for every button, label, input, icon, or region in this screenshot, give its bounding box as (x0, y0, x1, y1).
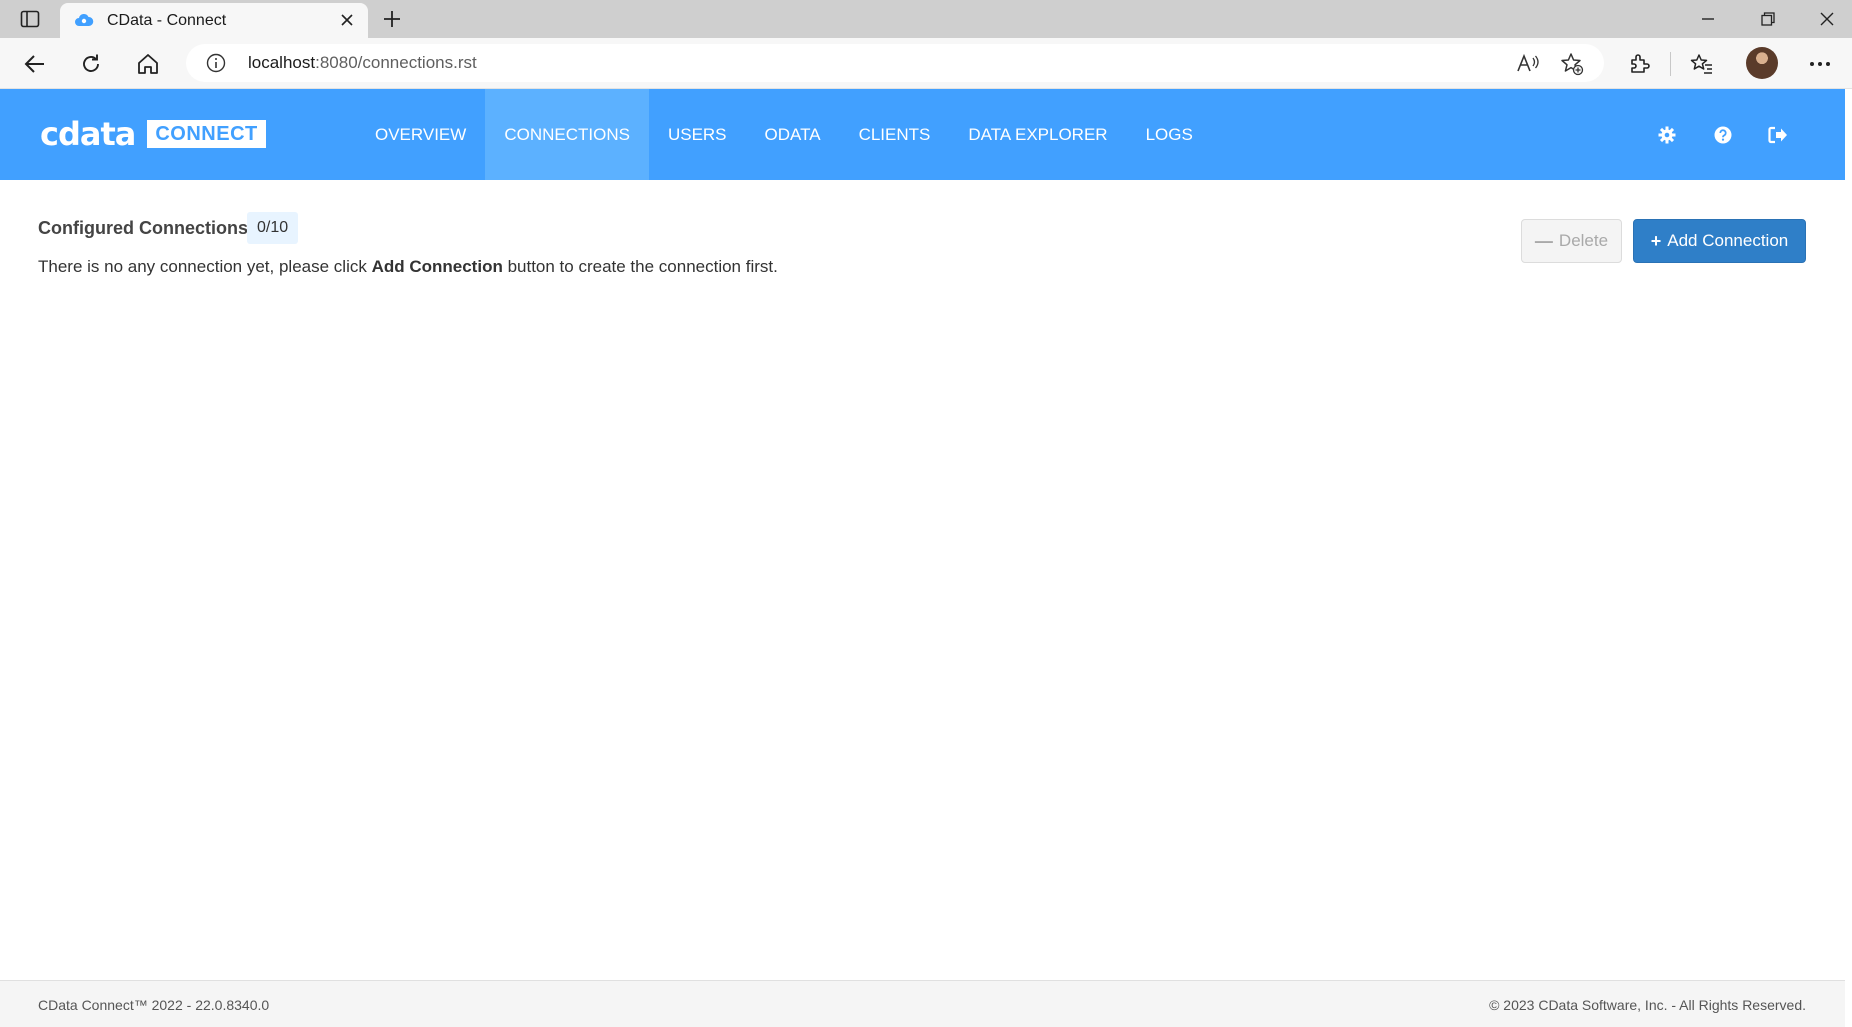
nav-logs[interactable]: LOGS (1127, 89, 1212, 180)
help-icon[interactable] (1709, 121, 1737, 149)
tab-title: CData - Connect (107, 12, 227, 29)
address-bar[interactable]: localhost:8080/connections.rst (186, 44, 1604, 82)
url-text[interactable]: localhost:8080/connections.rst (248, 53, 477, 73)
gear-icon[interactable] (1653, 121, 1681, 149)
nav-data-explorer[interactable]: DATA EXPLORER (949, 89, 1126, 180)
extensions-icon[interactable] (1622, 47, 1656, 81)
profile-avatar[interactable] (1746, 47, 1778, 79)
empty-message-prefix: There is no any connection yet, please c… (38, 257, 372, 276)
read-aloud-icon[interactable] (1514, 50, 1542, 78)
minimize-icon[interactable] (1688, 4, 1728, 34)
logo-wordmark: cdata (40, 115, 136, 153)
app-header: cdata CONNECT OVERVIEW CONNECTIONS USERS… (0, 89, 1845, 180)
delete-button[interactable]: — Delete (1521, 219, 1622, 263)
nav-connections[interactable]: CONNECTIONS (485, 89, 649, 180)
empty-message-emphasis: Add Connection (371, 257, 503, 276)
delete-button-label: Delete (1558, 231, 1609, 250)
url-host: localhost (248, 53, 316, 72)
new-tab-icon[interactable] (378, 6, 406, 32)
main-nav: OVERVIEW CONNECTIONS USERS ODATA CLIENTS… (356, 89, 1212, 180)
browser-tab[interactable]: CData - Connect (60, 3, 368, 38)
more-options-icon[interactable] (1803, 47, 1837, 81)
home-icon[interactable] (131, 47, 165, 81)
back-icon[interactable] (18, 47, 52, 81)
footer: CData Connect™ 2022 - 22.0.8340.0 © 2023… (0, 980, 1845, 1027)
cloud-icon (74, 12, 94, 28)
cdata-connect-logo[interactable]: cdata CONNECT (40, 117, 266, 151)
logo-badge: CONNECT (147, 120, 266, 148)
plus-icon: + (1650, 230, 1662, 251)
tab-actions-icon[interactable] (14, 6, 46, 32)
minus-icon: — (1534, 230, 1553, 251)
close-tab-icon[interactable] (336, 9, 358, 31)
empty-state-message: There is no any connection yet, please c… (38, 257, 778, 277)
add-connection-button-label: Add Connection (1667, 231, 1789, 250)
logout-icon[interactable] (1764, 121, 1792, 149)
browser-tab-bar: CData - Connect (0, 0, 1852, 38)
nav-overview[interactable]: OVERVIEW (356, 89, 485, 180)
add-favorite-icon[interactable] (1558, 50, 1586, 78)
restore-icon[interactable] (1748, 4, 1788, 34)
configured-connections-label: Configured Connections: (38, 218, 254, 238)
nav-clients[interactable]: CLIENTS (840, 89, 950, 180)
footer-version: CData Connect™ 2022 - 22.0.8340.0 (38, 997, 270, 1013)
toolbar-separator (1670, 52, 1671, 76)
connections-count-badge: 0/10 (247, 212, 299, 244)
browser-toolbar: localhost:8080/connections.rst (0, 38, 1852, 89)
favorites-icon[interactable] (1685, 47, 1719, 81)
add-connection-button[interactable]: + Add Connection (1633, 219, 1806, 263)
nav-users[interactable]: USERS (649, 89, 746, 180)
footer-copyright: © 2023 CData Software, Inc. - All Rights… (1489, 997, 1806, 1013)
site-info-icon[interactable] (206, 53, 226, 73)
close-window-icon[interactable] (1807, 4, 1847, 34)
empty-message-suffix: button to create the connection first. (502, 257, 778, 276)
nav-odata[interactable]: ODATA (746, 89, 840, 180)
refresh-icon[interactable] (74, 47, 108, 81)
url-path: :8080/connections.rst (315, 53, 477, 72)
